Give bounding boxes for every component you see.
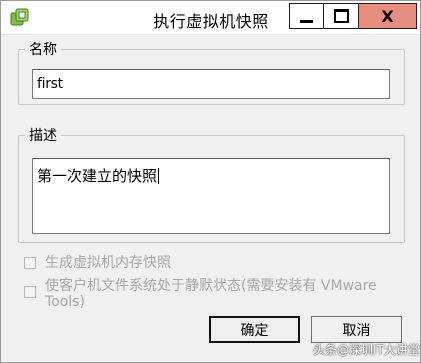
memory-snapshot-checkbox[interactable] [24, 257, 36, 269]
description-group-label: 描述 [29, 128, 57, 144]
quiesce-filesystem-label: 使客户机文件系统处于静默状态(需要安装有 VMware Tools) [45, 278, 377, 310]
memory-snapshot-label: 生成虚拟机内存快照 [45, 255, 171, 271]
maximize-icon [333, 9, 349, 23]
ok-button[interactable]: 确定 [209, 316, 300, 343]
snapshot-dialog: 执行虚拟机快照 X 名称 first 描述 第一次建立的快照 生成虚拟机内存快照… [0, 0, 421, 363]
cancel-button[interactable]: 取消 [311, 316, 402, 343]
snapshot-name-value: first [37, 76, 63, 92]
dialog-title: 执行虚拟机快照 [153, 12, 269, 31]
name-group-label: 名称 [29, 42, 57, 58]
vm-snapshot-icon [10, 8, 30, 28]
close-icon: X [381, 6, 394, 26]
snapshot-name-input[interactable]: first [32, 69, 390, 99]
watermark: 头条@深圳IT大讲堂 [313, 343, 420, 357]
maximize-button[interactable] [324, 3, 359, 29]
quiesce-filesystem-checkbox[interactable] [24, 286, 36, 298]
minimize-icon [300, 19, 313, 23]
minimize-button[interactable] [289, 3, 324, 29]
close-button[interactable]: X [359, 3, 417, 29]
text-caret [158, 168, 160, 184]
snapshot-description-value: 第一次建立的快照 [37, 167, 158, 185]
title-bar: 执行虚拟机快照 X [1, 1, 420, 35]
snapshot-description-textarea[interactable]: 第一次建立的快照 [32, 158, 390, 234]
